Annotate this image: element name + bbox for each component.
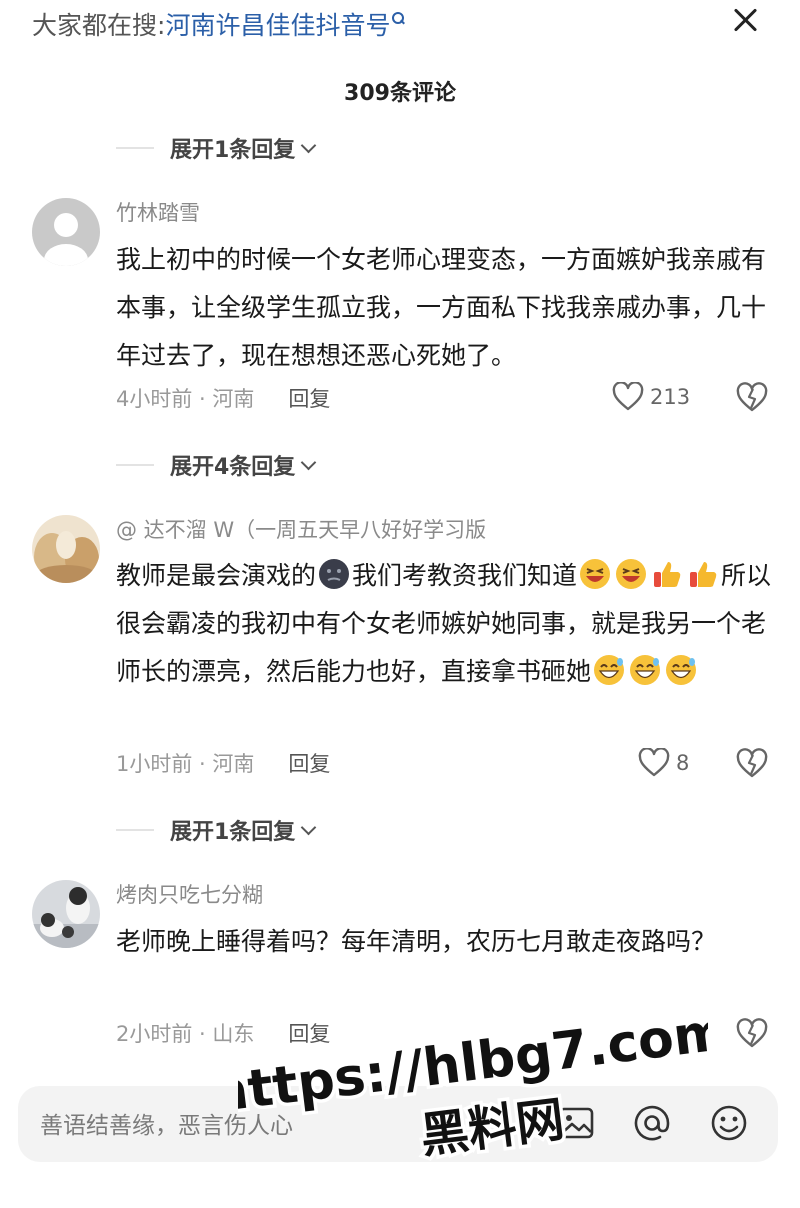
- comment-time-location: 4小时前 · 河南: [116, 387, 255, 411]
- heart-icon: [612, 382, 644, 411]
- divider: [116, 147, 154, 149]
- thumbs-up-emoji-icon: [654, 562, 681, 587]
- search-suggestion[interactable]: 大家都在搜:河南许昌佳佳抖音号: [32, 8, 405, 44]
- close-icon[interactable]: [728, 2, 764, 38]
- avatar[interactable]: [32, 198, 100, 266]
- emoji-icon[interactable]: [708, 1102, 750, 1144]
- heart-icon: [638, 748, 670, 777]
- avatar-image: [32, 880, 100, 948]
- grin-sweat-emoji-icon: [630, 655, 661, 685]
- like-count: 213: [650, 385, 691, 409]
- chevron-down-icon: [301, 454, 317, 470]
- divider: [116, 464, 154, 466]
- expand-replies-button[interactable]: 展开1条回复: [116, 813, 317, 847]
- watermark: https://hlbg7.com 黑料网: [238, 1018, 708, 1168]
- dark-face-emoji-icon: [319, 559, 350, 589]
- like-button[interactable]: 8: [638, 748, 689, 778]
- comment-time-location: 1小时前 · 河南: [116, 752, 255, 776]
- laughing-emoji-icon: [616, 559, 647, 589]
- avatar[interactable]: [32, 515, 100, 583]
- chevron-down-icon: [301, 137, 317, 153]
- comment-meta: 1小时前 · 河南 回复: [116, 749, 330, 779]
- dislike-icon[interactable]: [736, 748, 768, 780]
- dislike-icon[interactable]: [736, 1018, 768, 1050]
- default-avatar-icon: [32, 198, 100, 266]
- comment-meta: 4小时前 · 河南 回复: [116, 384, 330, 414]
- reply-button[interactable]: 回复: [288, 749, 330, 779]
- watermark-name: 黑料网: [418, 1091, 568, 1164]
- laughing-emoji-icon: [580, 559, 611, 589]
- comment-text: 教师是最会演戏的 我们考教资我们知道 所以很会霸凌的我初中有个女老师嫉妒她同事，就是…: [116, 552, 776, 696]
- expand-replies-label: 展开4条回复: [170, 455, 296, 480]
- search-icon: [392, 12, 405, 24]
- like-count: 8: [676, 751, 690, 775]
- expand-replies-label: 展开1条回复: [170, 138, 296, 163]
- divider: [116, 829, 154, 831]
- search-suggestion-prefix: 大家都在搜:: [32, 11, 166, 40]
- grin-sweat-emoji-icon: [594, 655, 625, 685]
- expand-replies-button[interactable]: 展开4条回复: [116, 448, 317, 482]
- grin-sweat-emoji-icon: [666, 655, 697, 685]
- comment-time-location: 2小时前 · 山东: [116, 1022, 255, 1046]
- avatar-image: [32, 515, 100, 583]
- reply-button[interactable]: 回复: [288, 384, 330, 414]
- comment-text: 我上初中的时候一个女老师心理变态，一方面嫉妒我亲戚有本事，让全级学生孤立我，一方…: [116, 245, 767, 370]
- comment-text-part: 教师是最会演戏的: [116, 561, 317, 590]
- expand-replies-button[interactable]: 展开1条回复: [116, 131, 317, 165]
- search-suggestion-query[interactable]: 河南许昌佳佳抖音号: [165, 11, 390, 40]
- expand-replies-label: 展开1条回复: [170, 820, 296, 845]
- comment-username[interactable]: 烤肉只吃七分糊: [116, 880, 263, 910]
- like-button[interactable]: 213: [612, 382, 690, 412]
- comment-username[interactable]: @ 达不溜 W（一周五天早八好好学习版: [116, 515, 486, 545]
- avatar[interactable]: [32, 880, 100, 948]
- comment-username[interactable]: 竹林踏雪: [116, 198, 200, 228]
- dislike-icon[interactable]: [736, 382, 768, 414]
- thumbs-up-emoji-icon: [690, 562, 717, 587]
- comment-text: 老师晚上睡得着吗？每年清明，农历七月敢走夜路吗？: [116, 927, 717, 956]
- comment-count-title: 309条评论: [344, 81, 456, 106]
- comment-text-part: 我们考教资我们知道: [352, 561, 578, 590]
- chevron-down-icon: [301, 819, 317, 835]
